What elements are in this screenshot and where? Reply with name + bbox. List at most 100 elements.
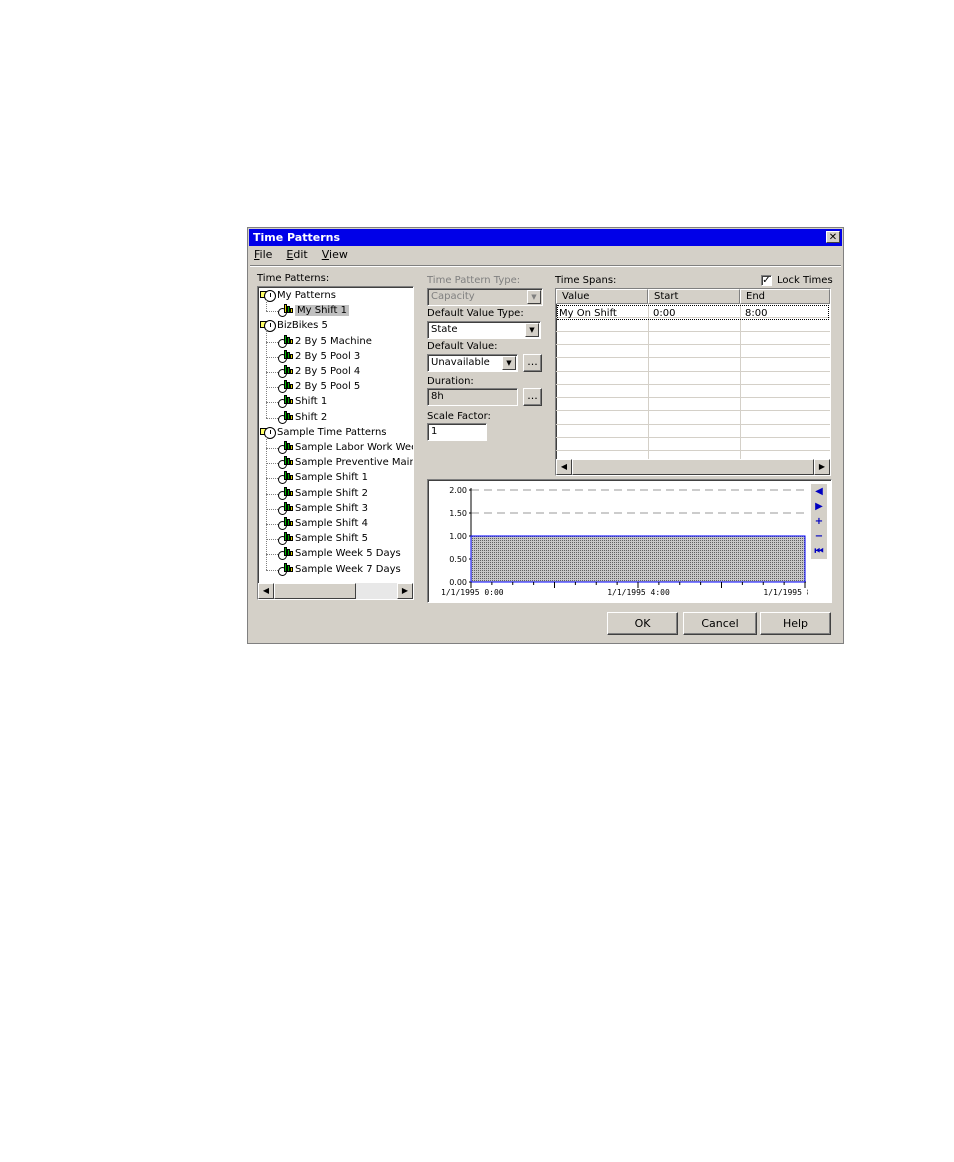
- value-type-value: State: [431, 324, 458, 335]
- tree-folder[interactable]: BizBikes 5: [260, 318, 328, 333]
- y-tick-label: 2.00: [449, 486, 467, 495]
- tree-item-label: 2 By 5 Pool 5: [295, 381, 361, 393]
- chart-scroll-right-icon[interactable]: ▶: [811, 499, 827, 514]
- tree-item[interactable]: 2 By 5 Pool 4: [278, 364, 360, 379]
- y-tick-label: 0.50: [449, 555, 467, 564]
- pattern-icon: [278, 486, 293, 500]
- tree-item-label: Sample Preventive Maintenance: [295, 457, 413, 469]
- tree-connector: [266, 569, 278, 571]
- col-header-start[interactable]: Start: [648, 289, 740, 304]
- tree-item[interactable]: 2 By 5 Machine: [278, 334, 372, 349]
- pattern-icon: [278, 471, 293, 485]
- lock-times-label: Lock Times: [777, 275, 833, 286]
- tree-connector: [266, 330, 267, 418]
- tree-item[interactable]: Shift 1: [278, 394, 327, 409]
- chart-zoom-in-icon[interactable]: +: [811, 514, 827, 529]
- value-type-select[interactable]: State ▼: [427, 321, 541, 339]
- pattern-icon: [278, 562, 293, 576]
- tree-item-label: Sample Shift 5: [295, 533, 368, 545]
- type-label: Time Pattern Type:: [427, 275, 521, 286]
- ok-button[interactable]: OK: [607, 612, 678, 635]
- grid-row-line: [556, 330, 830, 332]
- tree-item-label: Shift 1: [295, 396, 328, 408]
- tree-item[interactable]: Sample Shift 4: [278, 516, 368, 531]
- tree-folder[interactable]: Sample Time Patterns: [260, 425, 387, 440]
- scroll-right-icon[interactable]: ▶: [814, 459, 830, 475]
- duration-more-button[interactable]: ...: [523, 388, 542, 406]
- tree-item[interactable]: Shift 2: [278, 410, 327, 425]
- grid-hscrollbar[interactable]: ◀ ▶: [556, 459, 830, 475]
- close-icon[interactable]: ✕: [826, 231, 840, 243]
- x-tick-label: 1/1/1995 8:00: [763, 588, 808, 597]
- title-bar: Time Patterns ✕: [249, 229, 842, 246]
- scroll-left-icon[interactable]: ◀: [556, 459, 572, 475]
- x-tick-label: 1/1/1995 4:00: [607, 588, 670, 597]
- grid-col-line: [740, 304, 741, 459]
- scale-label: Scale Factor:: [427, 411, 491, 422]
- tree-item[interactable]: 2 By 5 Pool 5: [278, 379, 360, 394]
- grid-row-line: [556, 437, 830, 438]
- default-value-select[interactable]: Unavailable ▼: [427, 354, 518, 372]
- menu-view[interactable]: View: [320, 248, 350, 264]
- tree-item-label: Sample Shift 3: [295, 502, 368, 514]
- tree-connector: [266, 372, 278, 373]
- chevron-down-icon: ▼: [527, 290, 541, 304]
- chevron-down-icon[interactable]: ▼: [502, 356, 516, 370]
- tree-item[interactable]: 2 By 5 Pool 3: [278, 349, 360, 364]
- tree-item[interactable]: My Shift 1: [278, 303, 349, 318]
- tree-connector: [266, 311, 278, 313]
- tree-item[interactable]: Sample Shift 1: [278, 470, 368, 485]
- tree-item[interactable]: Sample Shift 3: [278, 501, 368, 516]
- scroll-right-icon[interactable]: ▶: [397, 583, 413, 599]
- time-spans-grid[interactable]: Value Start End My On Shift 0:00 8:00 ◀ …: [555, 288, 831, 476]
- pattern-icon: [278, 349, 293, 363]
- tree-hscrollbar[interactable]: ◀ ▶: [258, 583, 413, 599]
- pattern-icon: [278, 334, 293, 348]
- tree-connector: [266, 417, 278, 419]
- tree-item[interactable]: Sample Labor Work Week: [278, 440, 413, 455]
- chart-zoom-out-icon[interactable]: −: [811, 529, 827, 544]
- col-header-value[interactable]: Value: [556, 289, 648, 304]
- tree-item[interactable]: Sample Shift 2: [278, 486, 368, 501]
- folder-clock-icon: [260, 289, 276, 302]
- chart-home-icon[interactable]: ⏮: [811, 544, 827, 559]
- tree-connector: [266, 554, 278, 556]
- scroll-thumb[interactable]: [572, 459, 814, 475]
- pattern-icon: [278, 395, 293, 409]
- grid-row-line: [556, 450, 830, 452]
- pattern-icon: [278, 456, 293, 470]
- tree-item-label: Sample Week 5 Days: [295, 548, 401, 560]
- tree-item-label: 2 By 5 Pool 3: [295, 350, 361, 362]
- menu-edit[interactable]: Edit: [284, 248, 309, 264]
- tree-item[interactable]: Sample Shift 5: [278, 531, 368, 546]
- time-patterns-tree[interactable]: My Patterns My Shift 1 BizBikes 5 2 By 5 Ma…: [257, 286, 414, 600]
- lock-times-checkbox[interactable]: ✓: [761, 275, 772, 286]
- tree-item-label: My Patterns: [277, 290, 336, 301]
- default-value-more-button[interactable]: ...: [523, 354, 542, 372]
- spans-label: Time Spans:: [555, 275, 617, 286]
- tree-item[interactable]: Sample Preventive Maintenance: [278, 455, 413, 470]
- tree-connector: [266, 508, 278, 510]
- tree-item[interactable]: Sample Week 5 Days: [278, 546, 401, 561]
- scroll-thumb[interactable]: [274, 583, 356, 599]
- row-focus: [557, 305, 829, 320]
- help-button[interactable]: Help: [760, 612, 831, 635]
- chevron-down-icon[interactable]: ▼: [525, 323, 539, 337]
- window-title: Time Patterns: [253, 231, 340, 244]
- cancel-button[interactable]: Cancel: [683, 612, 757, 635]
- chart-plot: 2.00 1.50 1.00 0.50 0.001/1/1995 0:00 1/1/199…: [441, 486, 808, 597]
- chart-scroll-left-icon[interactable]: ◀: [811, 484, 827, 499]
- pattern-chart: 2.00 1.50 1.00 0.50 0.00 1/1/1995 0:00 1/1/199…: [427, 479, 832, 603]
- tree-label: Time Patterns:: [257, 273, 330, 284]
- y-tick-label: 1.00: [449, 532, 467, 541]
- pattern-icon: [278, 501, 293, 515]
- tree-item-label: BizBikes 5: [277, 320, 328, 332]
- tree-folder[interactable]: My Patterns: [260, 288, 336, 303]
- col-header-end[interactable]: End: [740, 289, 830, 304]
- scale-input[interactable]: 1: [427, 423, 487, 441]
- scroll-left-icon[interactable]: ◀: [258, 583, 274, 599]
- menu-file[interactable]: File: [252, 248, 274, 264]
- tree-item-label: 2 By 5 Machine: [295, 335, 372, 347]
- tree-connector: [266, 356, 278, 358]
- tree-item[interactable]: Sample Week 7 Days: [278, 562, 401, 577]
